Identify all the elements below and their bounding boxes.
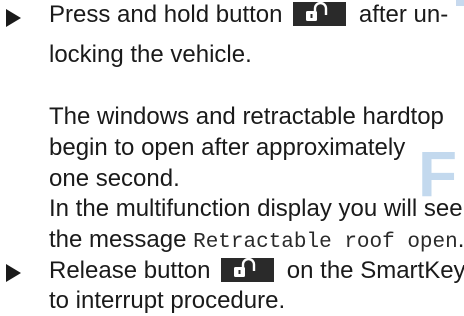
result-line-2: begin to open after approximately (49, 134, 406, 161)
corner-tab-mark (456, 0, 464, 6)
result-line-5-suffix: . (457, 226, 464, 253)
result-line-4: In the multifunction display you will se… (49, 195, 463, 222)
step-1-text-prefix: Press and hold button (49, 1, 283, 28)
display-message: Retractable roof open (193, 231, 458, 254)
result-line-5: the message Retractable roof open. (49, 225, 464, 258)
step-1-text-suffix: after un- (358, 1, 449, 28)
step-1-line-1: Press and hold button after un- (49, 0, 448, 30)
step-2-text-suffix: on the SmartKey (286, 257, 464, 284)
result-line-1: The windows and retractable hardtop (49, 103, 444, 130)
step-2-line-1: Release button on the SmartKey (49, 256, 464, 286)
step-2-text-prefix: Release button (49, 257, 211, 284)
unlock-key-icon (221, 258, 275, 282)
step-2-line-2: to interrupt procedure. (49, 287, 286, 314)
result-line-3: one second. (49, 165, 180, 192)
result-line-5-prefix: the message (49, 226, 187, 253)
step-1-line-2: locking the vehicle. (49, 41, 252, 68)
manual-page: F Press and hold button after un- lockin… (0, 0, 464, 316)
unlock-key-icon (293, 2, 347, 26)
triangle-right-icon (6, 9, 21, 27)
triangle-right-icon (6, 264, 21, 282)
